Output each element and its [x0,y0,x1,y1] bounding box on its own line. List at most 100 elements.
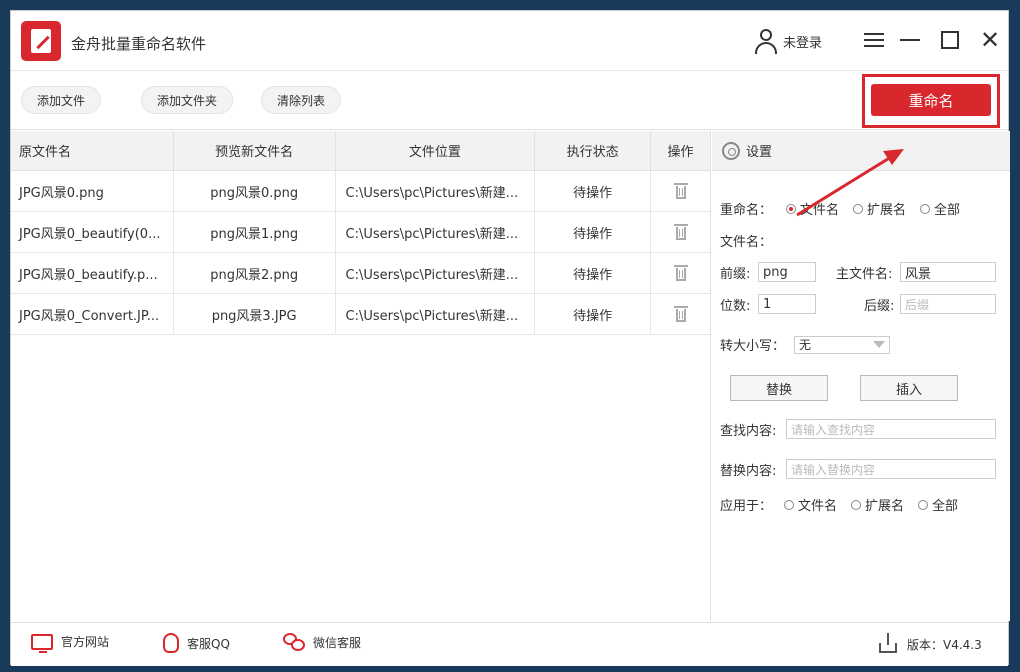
monitor-icon [31,633,53,653]
app-window: 金舟批量重命名软件 未登录 ✕ 添加文件 添加文件夹 清除列表 重命名 原文件名… [10,10,1010,666]
location-cell: C:\Users\pc\Pictures\新建... [336,253,536,293]
chevron-down-icon [873,341,885,348]
delete-cell [651,212,710,252]
download-icon[interactable] [879,633,897,653]
rename-mode-filename-radio[interactable]: 文件名 [786,199,839,218]
status-cell: 待操作 [535,253,652,293]
replace-row: 替换内容: 请输入替换内容 [720,459,996,479]
digits-row: 位数: 1 后缀: 后缀 [720,294,996,314]
app-logo-icon [21,21,61,61]
insert-button[interactable]: 插入 [860,375,958,401]
rename-button[interactable]: 重命名 [871,84,991,116]
radio-label: 扩展名 [867,203,907,218]
original-name-cell: JPG风景0_Convert.JP... [11,294,174,334]
radio-dot [786,203,797,214]
settings-title: 设置 [746,145,773,160]
table-row[interactable]: JPG风景0_beautify.p... png风景2.png C:\Users… [11,253,710,294]
login-status[interactable]: 未登录 [753,21,822,61]
digits-field[interactable]: 1 [758,294,816,314]
location-cell: C:\Users\pc\Pictures\新建... [336,294,536,334]
find-label: 查找内容: [720,423,777,439]
table-row[interactable]: JPG风景0.png png风景0.png C:\Users\pc\Pictur… [11,171,710,212]
radio-label: 文件名 [798,499,838,514]
trash-icon[interactable] [673,183,688,199]
qq-icon [163,633,179,653]
original-name-cell: JPG风景0_beautify.p... [11,253,174,293]
table-header: 原文件名 预览新文件名 文件位置 执行状态 操作 [11,131,710,171]
prefix-label: 前缀: [720,266,751,282]
rename-mode-extension-radio[interactable]: 扩展名 [853,199,906,218]
original-name-cell: JPG风景0.png [11,171,174,211]
location-cell: C:\Users\pc\Pictures\新建... [336,212,536,252]
radio-dot [918,499,929,510]
apply-row: 应用于： 文件名 扩展名 全部 [720,495,972,514]
maximize-icon[interactable] [933,23,967,57]
toolbar: 添加文件 添加文件夹 清除列表 重命名 [11,72,1008,130]
wechat-icon [283,633,305,651]
table-row[interactable]: JPG风景0_Convert.JP... png风景3.JPG C:\Users… [11,294,710,335]
radio-label: 全部 [934,203,961,218]
radio-dot [853,203,864,214]
case-value: 无 [799,338,812,352]
main-name-label: 主文件名: [836,266,893,282]
gear-icon [722,141,740,160]
delete-cell [651,253,710,293]
table-row[interactable]: JPG风景0_beautify(0... png风景1.png C:\Users… [11,212,710,253]
col-preview-name: 预览新文件名 [174,131,336,170]
wechat-support-link[interactable]: 微信客服 [283,633,361,651]
footer: 官方网站 客服QQ 微信客服 版本：V4.4.3 [11,622,1008,666]
status-cell: 待操作 [535,171,652,211]
add-file-button[interactable]: 添加文件 [21,86,102,114]
prefix-row: 前缀: png 主文件名: 风景 [720,262,996,282]
status-cell: 待操作 [535,294,652,334]
radio-dot [784,499,795,510]
rename-mode-label: 重命名： [720,203,773,218]
clear-list-button[interactable]: 清除列表 [261,86,342,114]
col-action: 操作 [667,145,694,160]
replace-input[interactable]: 请输入替换内容 [786,459,996,479]
col-status: 执行状态 [535,131,652,170]
main-name-field[interactable]: 风景 [900,262,996,282]
col-location: 文件位置 [336,131,536,170]
case-select[interactable]: 无 [794,335,890,354]
apply-filename-radio[interactable]: 文件名 [784,495,837,514]
delete-cell [651,171,710,211]
user-icon [753,28,779,54]
rename-mode-all-radio[interactable]: 全部 [920,199,960,218]
col-original-name: 原文件名 [11,131,174,170]
login-label: 未登录 [783,35,823,51]
preview-name-cell: png风景0.png [174,171,336,211]
radio-dot [920,203,931,214]
add-folder-button[interactable]: 添加文件夹 [141,86,234,114]
close-icon[interactable]: ✕ [973,23,1007,57]
rename-mode-row: 重命名： 文件名 扩展名 全部 [720,199,974,218]
find-row: 查找内容: 请输入查找内容 [720,419,996,439]
qq-support-link[interactable]: 客服QQ [163,633,230,653]
menu-icon[interactable] [857,23,891,57]
preview-name-cell: png风景2.png [174,253,336,293]
status-cell: 待操作 [535,212,652,252]
preview-name-cell: png风景3.JPG [174,294,336,334]
find-input[interactable]: 请输入查找内容 [786,419,996,439]
settings-panel: 设置 重命名： 文件名 扩展名 全部 文件名： 前缀: png 主文件名: 风景… [712,131,1010,621]
delete-cell [651,294,710,334]
suffix-label: 后缀: [864,298,895,314]
replace-button[interactable]: 替换 [730,375,828,401]
trash-icon[interactable] [673,306,688,322]
trash-icon[interactable] [673,265,688,281]
wechat-label: 微信客服 [313,635,362,650]
radio-label: 文件名 [800,203,840,218]
suffix-field[interactable]: 后缀 [900,294,996,314]
apply-all-radio[interactable]: 全部 [918,495,958,514]
minimize-icon[interactable] [893,23,927,57]
trash-icon[interactable] [673,224,688,240]
replace-label: 替换内容: [720,463,777,479]
apply-extension-radio[interactable]: 扩展名 [851,495,904,514]
app-title: 金舟批量重命名软件 [71,35,207,53]
prefix-field[interactable]: png [758,262,816,282]
case-row: 转大小写： 无 [720,335,890,354]
apply-label: 应用于： [720,499,773,514]
website-link[interactable]: 官方网站 [31,633,109,653]
preview-name-cell: png风景1.png [174,212,336,252]
case-label: 转大小写： [720,339,786,354]
